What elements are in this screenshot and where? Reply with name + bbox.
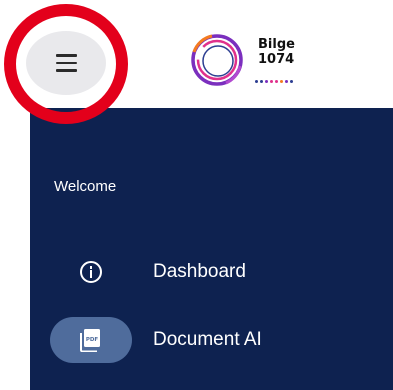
active-item-pill: PDF xyxy=(50,317,132,363)
logo-dots-decoration xyxy=(255,80,293,83)
welcome-label: Welcome xyxy=(54,178,117,195)
top-bar: Bilge 1074 xyxy=(0,0,393,108)
sidebar-item-dashboard[interactable]: Dashboard xyxy=(30,248,393,298)
logo-line-1: Bilge xyxy=(258,37,295,52)
pdf-file-icon: PDF xyxy=(80,329,100,352)
svg-text:PDF: PDF xyxy=(86,337,99,343)
info-circle-icon xyxy=(80,261,102,283)
sidebar-item-label: Dashboard xyxy=(153,261,246,282)
logo-ring-icon xyxy=(191,34,243,86)
sidebar: Welcome Dashboard PDF Document AI xyxy=(30,108,393,390)
app-logo[interactable]: Bilge 1074 xyxy=(182,30,312,90)
logo-wordmark: Bilge 1074 xyxy=(258,37,295,67)
logo-line-2: 1074 xyxy=(258,52,295,67)
menu-button[interactable] xyxy=(26,31,106,95)
sidebar-item-document-ai[interactable]: PDF Document AI xyxy=(30,316,393,366)
sidebar-item-label: Document AI xyxy=(153,329,262,350)
hamburger-menu-icon xyxy=(55,54,77,72)
